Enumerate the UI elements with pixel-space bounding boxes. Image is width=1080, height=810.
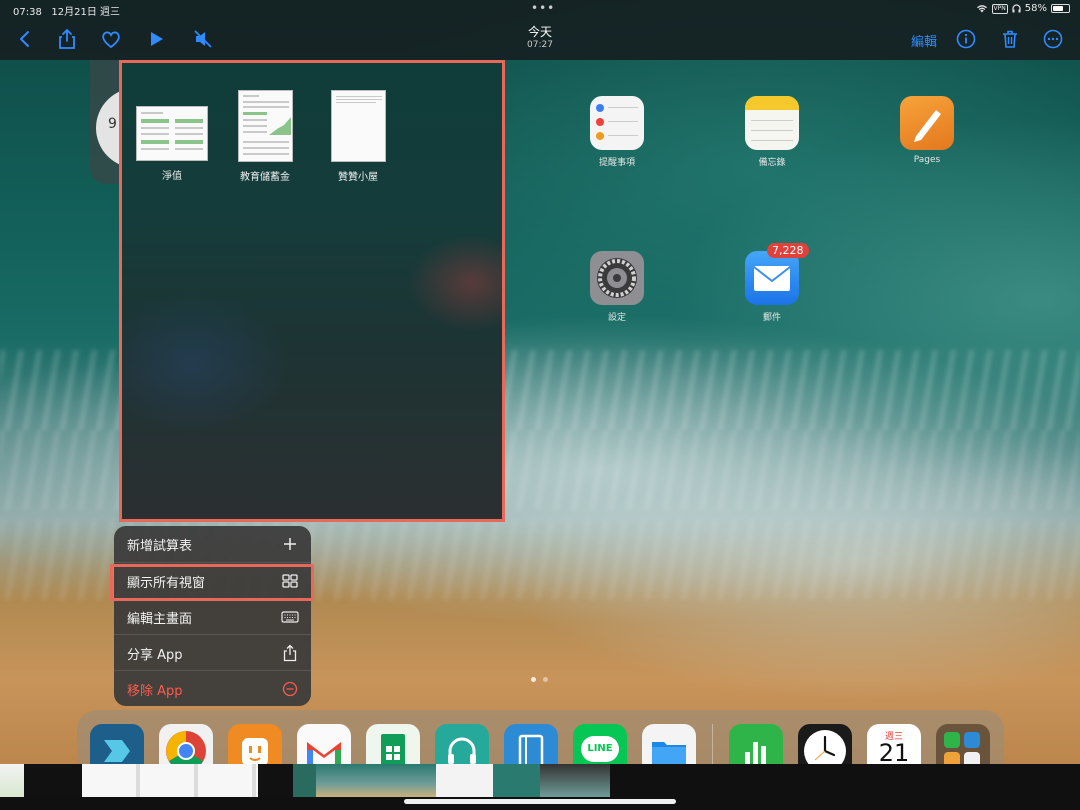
headphones-icon: [1012, 4, 1021, 13]
toolbar-title-block: 今天 07:27: [490, 25, 590, 51]
filmstrip-frame[interactable]: [436, 764, 540, 797]
filmstrip-frame[interactable]: [24, 764, 82, 797]
keyboard-icon: [281, 611, 299, 623]
document-label: 教育儲蓄金: [240, 172, 290, 183]
line-label: LINE: [587, 743, 613, 754]
menu-item-share-app[interactable]: 分享 App: [114, 634, 311, 669]
filmstrip-frame[interactable]: [0, 764, 24, 797]
menu-label: 新增試算表: [127, 539, 193, 554]
context-menu: 新增試算表 顯示所有視窗 編輯主畫面 分享 App 移除 App: [114, 526, 311, 706]
battery-icon: [1051, 4, 1070, 13]
menu-item-remove-app[interactable]: 移除 App: [114, 670, 311, 705]
app-settings[interactable]: 設定: [577, 251, 657, 323]
home-indicator[interactable]: [404, 799, 676, 804]
status-time-date: 07:38 12月21日 週三: [13, 3, 120, 18]
app-label: 設定: [607, 313, 626, 323]
app-label: Pages: [913, 155, 941, 165]
minus-circle-icon: [282, 681, 298, 697]
document-thumbnail: [136, 106, 208, 161]
plus-icon: [284, 538, 296, 550]
highlight-box: [110, 564, 314, 601]
menu-label: 分享 App: [127, 648, 183, 663]
battery-percent: 58%: [1024, 3, 1047, 14]
play-icon[interactable]: [145, 28, 167, 50]
heart-icon[interactable]: [100, 28, 122, 50]
app-label: 提醒事項: [598, 158, 635, 168]
vpn-badge: VPN: [991, 3, 1008, 14]
wifi-icon: [976, 5, 987, 13]
edit-button[interactable]: 編輯: [911, 31, 937, 50]
window-picker-panel: 淨值 教育儲蓄金 贊贊小屋: [119, 60, 505, 522]
document-label: 贊贊小屋: [338, 172, 378, 183]
share-icon: [283, 644, 297, 662]
document-thumbnail: [330, 90, 386, 162]
menu-item-edit-home-screen[interactable]: 編輯主畫面: [114, 598, 311, 633]
back-chevron-icon[interactable]: [14, 28, 36, 50]
menu-label: 編輯主畫面: [127, 612, 193, 627]
status-time: 07:38: [13, 7, 42, 18]
dock-separator: [712, 724, 713, 764]
page-title: 今天: [527, 25, 552, 39]
reminders-icon: [590, 96, 644, 150]
page-dot[interactable]: [531, 677, 536, 682]
menu-label: 移除 App: [127, 684, 183, 699]
document-window[interactable]: 教育儲蓄金: [220, 90, 310, 183]
notes-icon: [745, 96, 799, 150]
pages-icon: [900, 96, 954, 150]
filmstrip-frame[interactable]: [258, 764, 316, 797]
settings-icon: [590, 251, 644, 305]
info-icon[interactable]: [955, 28, 977, 50]
mail-badge: 7,228: [767, 243, 809, 258]
mail-icon: [745, 251, 799, 305]
filmstrip-frame[interactable]: [540, 764, 610, 797]
mute-icon[interactable]: [192, 28, 214, 50]
document-window[interactable]: 淨值: [127, 106, 217, 182]
status-indicators: VPN 58%: [976, 3, 1070, 14]
document-label: 淨值: [162, 171, 182, 182]
more-icon[interactable]: [1042, 28, 1064, 50]
app-label: 備忘錄: [758, 158, 786, 168]
share-icon[interactable]: [56, 28, 78, 50]
filmstrip-frame[interactable]: [316, 764, 436, 797]
app-label: 郵件: [762, 313, 781, 323]
calendar-day: 21: [878, 739, 910, 767]
app-mail[interactable]: 郵件: [732, 251, 812, 323]
app-pages[interactable]: Pages: [887, 96, 967, 165]
page-dot[interactable]: [543, 677, 548, 682]
status-date: 12月21日 週三: [51, 7, 121, 18]
document-thumbnail: [237, 90, 293, 162]
document-window[interactable]: 贊贊小屋: [313, 90, 403, 183]
filmstrip-frame[interactable]: [82, 764, 258, 797]
page-subtitle: 07:27: [527, 40, 553, 50]
multitasking-dots-icon[interactable]: •••: [531, 2, 555, 14]
trash-icon[interactable]: [999, 28, 1021, 50]
app-reminders[interactable]: 提醒事項: [577, 96, 657, 168]
menu-item-new-spreadsheet[interactable]: 新增試算表: [114, 526, 311, 561]
app-notes[interactable]: 備忘錄: [732, 96, 812, 168]
